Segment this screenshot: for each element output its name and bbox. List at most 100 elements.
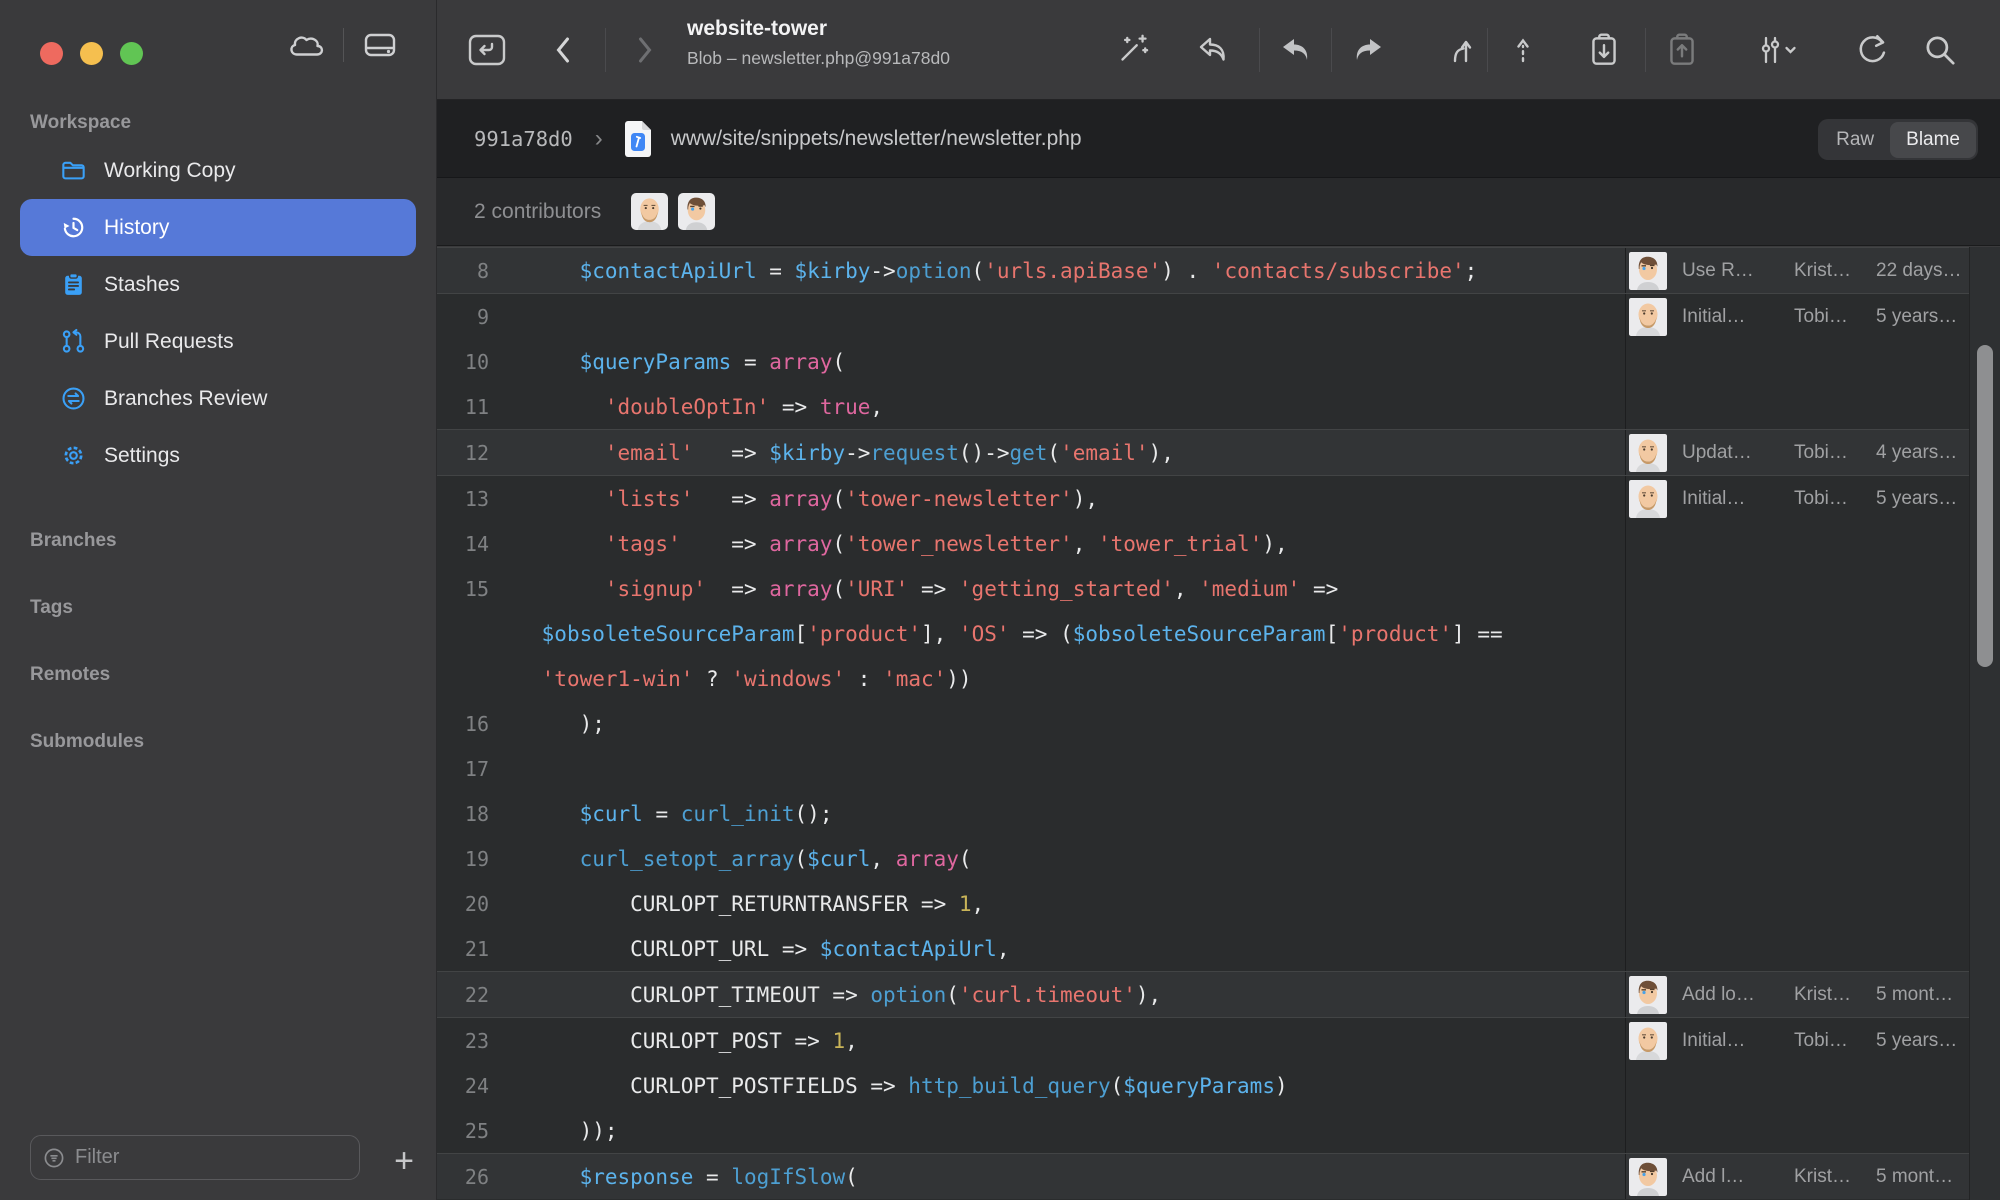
toolbar-divider [1259, 28, 1260, 72]
blame-column: Initial… Tobi… 5 years… [1625, 476, 1969, 971]
push-button[interactable] [1349, 32, 1387, 68]
sidebar-section-submodules[interactable]: Submodules [30, 731, 436, 753]
blame-entry[interactable]: Use R… Krist… 22 days… [1626, 248, 1969, 293]
quick-actions-button[interactable] [1113, 31, 1151, 69]
magic-wand-icon [1121, 34, 1149, 61]
blame-view-button[interactable]: Blame [1890, 121, 1976, 158]
blame-commit-message: Add l… [1682, 1165, 1745, 1187]
author-avatar [1629, 975, 1667, 1014]
blame-code-view: 8 $contactApiUrl = $kirby->option('urls.… [437, 247, 2000, 1200]
scrollbar-thumb[interactable] [1977, 345, 1993, 667]
add-repository-button[interactable]: + [394, 1144, 414, 1178]
cloud-services-button[interactable] [285, 29, 329, 61]
save-stash-button[interactable] [1585, 31, 1623, 69]
line-number: 16 [464, 711, 489, 736]
blame-entry[interactable]: Add l… Krist… 5 mont… [1626, 1154, 1969, 1199]
code-line: 'signup' => array('URI' => 'getting_star… [604, 576, 1339, 601]
blame-entry[interactable]: Initial… Tobi… 5 years… [1626, 294, 1969, 339]
show-repositories-button[interactable] [467, 33, 507, 67]
code-row: 21 CURLOPT_URL => $contactApiUrl, [437, 926, 1625, 971]
blame-hunk: 23 CURLOPT_POST => 1, 24 CURLOPT_POSTFIEL… [437, 1017, 2000, 1153]
filter-icon [44, 1148, 64, 1167]
stash-save-icon [1592, 32, 1616, 65]
window-controls [40, 42, 143, 65]
view-subtitle: Blob – newsletter.php@991a78d0 [687, 48, 950, 68]
pull-button[interactable] [1277, 32, 1315, 68]
stash-icon [60, 271, 87, 298]
repository-title: website-tower [687, 17, 828, 40]
refresh-button[interactable] [1853, 31, 1891, 69]
minimize-window-button[interactable] [80, 42, 103, 65]
sidebar-item-pull-requests[interactable]: Pull Requests [20, 313, 416, 370]
fetch-arrow-icon [1199, 37, 1225, 61]
code-row: 11 'doubleOptIn' => true, [437, 384, 1625, 429]
blame-commit-message: Initial… [1682, 305, 1746, 327]
zoom-window-button[interactable] [120, 42, 143, 65]
workspace-section-label: Workspace [30, 112, 132, 133]
code-line: ); [529, 711, 605, 736]
filter-input[interactable] [75, 1146, 315, 1169]
apply-stash-button[interactable] [1663, 31, 1701, 69]
close-window-button[interactable] [40, 42, 63, 65]
pull-request-icon [60, 328, 87, 355]
blame-entry[interactable]: Updat… Tobi… 4 years… [1626, 430, 1969, 475]
code-line: CURLOPT_POSTFIELDS => http_build_query($… [529, 1073, 1288, 1098]
blame-entry[interactable]: Initial… Tobi… 5 years… [1626, 476, 1969, 521]
blame-commit-message: Use R… [1682, 259, 1754, 281]
commit-hash[interactable]: 991a78d0 [474, 127, 573, 151]
sidebar-item-label: Working Copy [104, 158, 236, 182]
blame-hunk: 13 'lists' => array('tower-newsletter'),… [437, 475, 2000, 971]
view-options-dropdown[interactable] [1749, 32, 1799, 68]
sidebar-section-remotes[interactable]: Remotes [30, 664, 436, 686]
blame-author: Tobi… [1794, 441, 1848, 463]
code-row: 14 'tags' => array('tower_newsletter', '… [437, 521, 1625, 566]
rebase-button[interactable] [1505, 32, 1541, 68]
blame-entry[interactable]: Add lo… Krist… 5 mont… [1626, 972, 1969, 1017]
breadcrumb-separator-icon: › [594, 124, 603, 152]
raw-view-button[interactable]: Raw [1820, 122, 1890, 158]
scrollbar-track[interactable] [1969, 247, 2000, 1200]
sidebar-section-tags[interactable]: Tags [30, 597, 436, 619]
code-line: CURLOPT_POST => 1, [529, 1028, 858, 1053]
sidebar-item-label: Pull Requests [104, 329, 234, 353]
gear-icon [60, 442, 87, 469]
code-line: $obsoleteSourceParam['product'], 'OS' =>… [541, 621, 1503, 646]
blame-date: 5 mont… [1876, 983, 1954, 1005]
sidebar-item-branches-review[interactable]: Branches Review [20, 370, 416, 427]
sidebar-item-stashes[interactable]: Stashes [20, 256, 416, 313]
back-button[interactable] [551, 33, 575, 67]
line-number: 9 [476, 304, 489, 329]
blame-date: 5 years… [1876, 305, 1958, 327]
history-icon [60, 214, 87, 241]
chevron-down-icon [1785, 46, 1796, 54]
refresh-icon [1859, 34, 1886, 62]
search-button[interactable] [1921, 31, 1959, 69]
sidebar-item-history[interactable]: History [20, 199, 416, 256]
window-title-block: website-tower Blob – newsletter.php@991a… [687, 17, 950, 69]
line-number: 26 [464, 1164, 489, 1189]
sidebar-section-branches[interactable]: Branches [30, 530, 436, 552]
folder-icon [60, 157, 87, 184]
forward-button[interactable] [633, 33, 657, 67]
merge-icon [1453, 40, 1472, 62]
blame-date: 5 years… [1876, 487, 1958, 509]
code-row: 9 [437, 294, 1625, 339]
blame-column: Add lo… Krist… 5 mont… [1625, 972, 1969, 1017]
code-line: $response = logIfSlow( [579, 1164, 858, 1189]
code-line: )); [529, 1118, 618, 1143]
blame-entry[interactable]: Initial… Tobi… 5 years… [1626, 1018, 1969, 1063]
code-row: 20 CURLOPT_RETURNTRANSFER => 1, [437, 881, 1625, 926]
stash-apply-icon [1670, 32, 1694, 65]
blame-commit-message: Add lo… [1682, 983, 1755, 1005]
line-number: 22 [464, 982, 489, 1007]
sidebar: Workspace Working Copy History Stashes Pull… [0, 0, 437, 1200]
local-repositories-button[interactable] [358, 29, 402, 61]
code-row: 12 'email' => $kirby->request()->get('em… [437, 430, 1625, 475]
fetch-button[interactable] [1194, 32, 1232, 68]
author-avatar [1629, 297, 1667, 336]
sidebar-item-working-copy[interactable]: Working Copy [20, 142, 416, 199]
toolbar-divider [1487, 28, 1488, 72]
merge-button[interactable] [1443, 32, 1479, 68]
sidebar-item-settings[interactable]: Settings [20, 427, 416, 484]
blame-author: Tobi… [1794, 487, 1848, 509]
